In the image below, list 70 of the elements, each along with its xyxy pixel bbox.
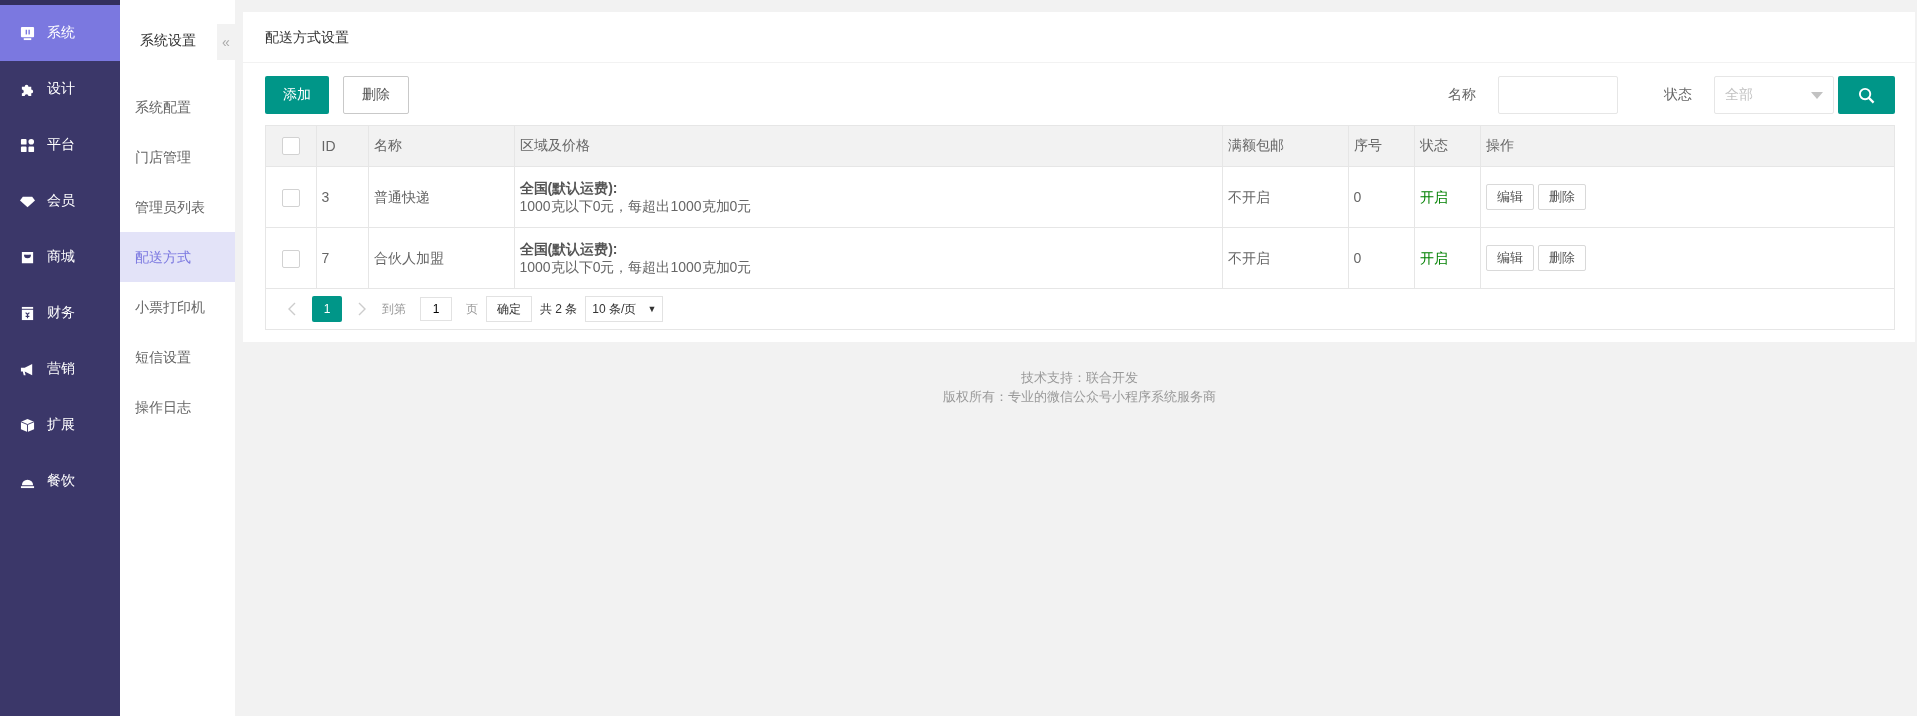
column-header: 序号 — [1348, 126, 1414, 167]
goto-label: 到第 — [382, 300, 406, 318]
sidebar-item[interactable]: 扩展 — [0, 397, 120, 453]
delete-button[interactable]: 删除 — [343, 76, 409, 114]
submenu-item[interactable]: 短信设置 — [120, 332, 235, 382]
table-cell: 7 — [316, 227, 368, 289]
table-cell: 不开启 — [1222, 227, 1348, 289]
sidebar-item[interactable]: 营销 — [0, 341, 120, 397]
region-detail: 1000克以下0元，每超出1000克加0元 — [519, 197, 753, 215]
action-button[interactable]: 编辑 — [1485, 184, 1534, 210]
table-cell: 0 — [1348, 227, 1414, 289]
column-header: 状态 — [1414, 126, 1480, 167]
status-label: 状态 — [1664, 86, 1692, 104]
page-size-select[interactable]: 10 条/页 ▼ — [585, 296, 664, 322]
cashbox-icon — [20, 305, 35, 321]
name-input[interactable] — [1498, 76, 1618, 114]
action-button[interactable]: 编辑 — [1485, 245, 1534, 271]
submenu-item[interactable]: 管理员列表 — [120, 182, 235, 232]
sidebar-item[interactable]: 餐饮 — [0, 453, 120, 509]
add-button[interactable]: 添加 — [265, 76, 329, 114]
cube-icon — [20, 417, 35, 433]
submenu-item[interactable]: 系统配置 — [120, 82, 235, 132]
search-icon — [1858, 86, 1875, 104]
sidebar-item[interactable]: 会员 — [0, 173, 120, 229]
region-title: 全国(默认运费): — [519, 240, 619, 258]
grid-icon — [20, 137, 35, 153]
submenu-item[interactable]: 操作日志 — [120, 382, 235, 432]
sidebar-item[interactable]: 商城 — [0, 229, 120, 285]
column-header: 操作 — [1480, 126, 1894, 167]
status-text: 开启 — [1414, 227, 1480, 289]
submenu-title: 系统设置 — [140, 32, 196, 50]
sidebar-item[interactable]: 系统 — [0, 5, 120, 61]
row-checkbox[interactable] — [281, 249, 300, 268]
confirm-button[interactable]: 确定 — [486, 296, 532, 322]
row-checkbox[interactable] — [281, 188, 300, 207]
name-label: 名称 — [1448, 86, 1476, 104]
submenu-item[interactable]: 小票打印机 — [120, 282, 235, 332]
select-all-checkbox[interactable] — [281, 137, 300, 156]
table-cell: 3 — [316, 166, 368, 228]
status-text: 开启 — [1414, 166, 1480, 228]
action-button[interactable]: 删除 — [1537, 245, 1586, 271]
table-cell: 合伙人加盟 — [368, 227, 514, 289]
footer-text: 技术支持：联合开发 — [1019, 369, 1139, 387]
submenu-item[interactable]: 门店管理 — [120, 132, 235, 182]
total-count: 共 2 条 — [540, 300, 578, 318]
sidebar-item[interactable]: 平台 — [0, 117, 120, 173]
search-button[interactable] — [1838, 76, 1895, 114]
action-button[interactable]: 删除 — [1537, 184, 1586, 210]
column-header: 名称 — [368, 126, 514, 167]
page-title: 配送方式设置 — [265, 29, 349, 45]
sidebar-item[interactable]: 财务 — [0, 285, 120, 341]
table-cell: 不开启 — [1222, 166, 1348, 228]
column-header: 满额包邮 — [1222, 126, 1348, 167]
table-cell: 0 — [1348, 166, 1414, 228]
footer-text: 版权所有：专业的微信公众号小程序系统服务商 — [941, 388, 1217, 406]
sidebar-item[interactable]: 设计 — [0, 61, 120, 117]
table-cell: 普通快递 — [368, 166, 514, 228]
column-header: ID — [316, 126, 368, 167]
page-number[interactable]: 1 — [312, 296, 342, 322]
dropdown-icon — [1811, 91, 1823, 99]
region-title: 全国(默认运费): — [519, 179, 619, 197]
monitor-icon — [20, 25, 35, 41]
megaphone-icon — [20, 361, 35, 377]
column-header: 区域及价格 — [514, 126, 1222, 167]
page-input[interactable]: 1 — [420, 297, 452, 321]
bag-icon — [20, 249, 35, 265]
next-page-icon[interactable] — [358, 302, 366, 316]
region-detail: 1000克以下0元，每超出1000克加0元 — [519, 258, 753, 276]
previous-page-icon[interactable] — [288, 302, 296, 316]
page-label: 页 — [466, 300, 478, 318]
